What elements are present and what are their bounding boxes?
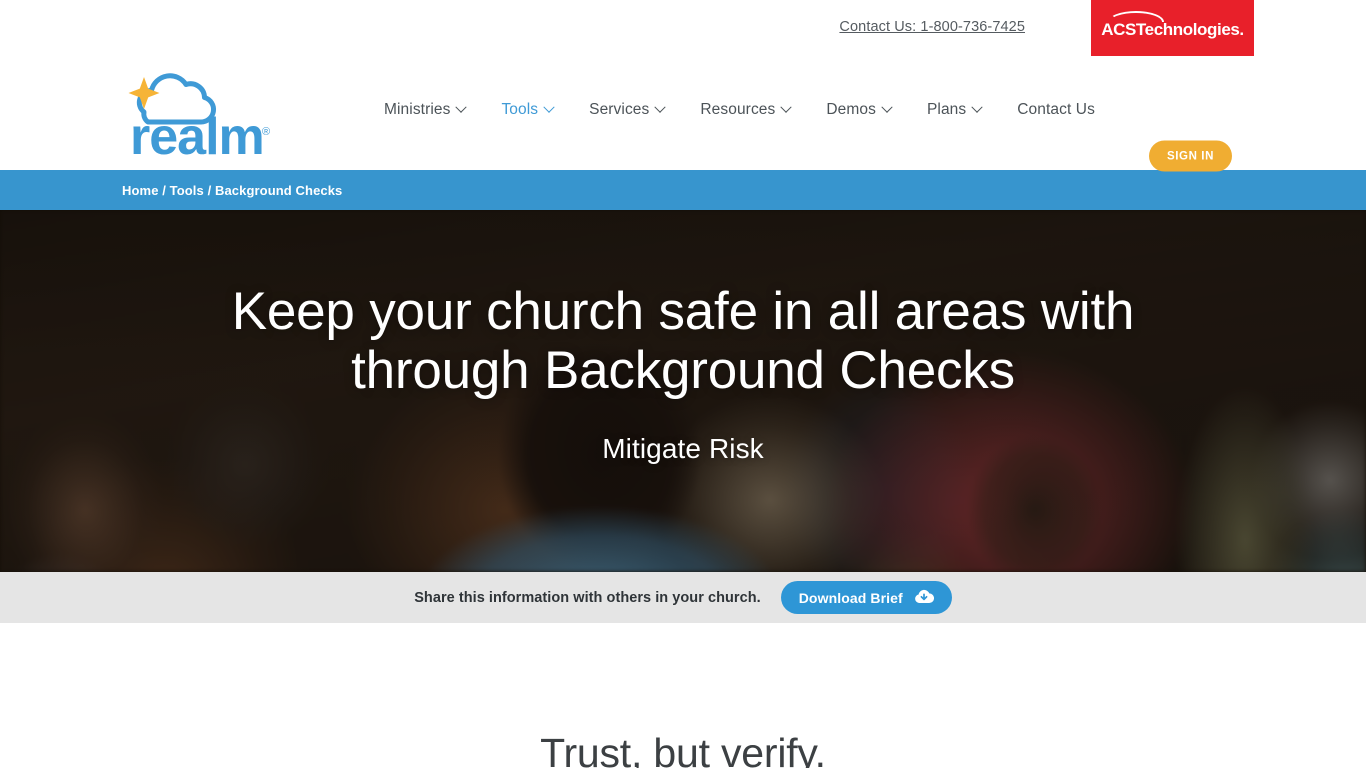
nav-item-resources[interactable]: Resources xyxy=(682,101,808,119)
realm-wordmark: realm xyxy=(130,108,264,157)
acs-swoosh-icon xyxy=(1108,11,1165,22)
hero-subtitle: Mitigate Risk xyxy=(602,432,764,464)
nav-item-tools[interactable]: Tools xyxy=(483,101,571,119)
nav-item-label: Contact Us xyxy=(1017,101,1095,118)
top-utility-bar: Contact Us: 1-800-736-7425 ACSTechnologi… xyxy=(0,0,1366,57)
acs-technologies-logo[interactable]: ACSTechnologies. xyxy=(1091,0,1254,56)
nav-item-label: Resources xyxy=(700,101,776,118)
realm-logo-svg: realm ® xyxy=(128,73,270,166)
main-navigation: Ministries Tools Services Resources Demo… xyxy=(366,101,1113,119)
hero-banner: Keep your church safe in all areas with … xyxy=(0,210,1366,572)
site-header: realm ® Ministries Tools Services Resour… xyxy=(0,57,1366,172)
nav-item-ministries[interactable]: Ministries xyxy=(366,101,483,119)
chevron-down-icon xyxy=(881,101,893,113)
lower-section: Trust, but verify. xyxy=(0,623,1366,768)
download-brief-button[interactable]: Download Brief xyxy=(780,581,952,614)
registered-mark: ® xyxy=(262,126,270,138)
chevron-down-icon xyxy=(780,101,793,113)
share-bar: Share this information with others in yo… xyxy=(0,572,1366,623)
chevron-down-icon xyxy=(543,101,555,113)
cloud-download-icon xyxy=(914,589,934,607)
realm-logo[interactable]: realm ® xyxy=(122,71,274,166)
nav-item-label: Demos xyxy=(826,101,876,118)
chevron-down-icon xyxy=(971,101,983,113)
nav-item-label: Plans xyxy=(926,101,967,118)
nav-item-label: Ministries xyxy=(384,101,451,118)
page-title: Keep your church safe in all areas with … xyxy=(231,282,1135,401)
acs-logo-wrap: ACSTechnologies. xyxy=(1101,11,1244,39)
nav-item-plans[interactable]: Plans xyxy=(909,101,999,119)
nav-item-demos[interactable]: Demos xyxy=(808,101,909,119)
nav-item-services[interactable]: Services xyxy=(571,101,682,119)
chevron-down-icon xyxy=(654,101,667,113)
nav-item-label: Services xyxy=(589,101,650,118)
contact-us-phone-link[interactable]: Contact Us: 1-800-736-7425 xyxy=(839,19,1025,35)
acs-logo-text: ACSTechnologies. xyxy=(1101,20,1244,39)
breadcrumb-bar: Home / Tools / Background Checks xyxy=(0,170,1366,210)
nav-item-contact-us[interactable]: Contact Us xyxy=(999,101,1113,119)
share-prompt-text: Share this information with others in yo… xyxy=(414,589,761,606)
cloud-download-icon-svg xyxy=(914,589,934,603)
nav-item-label: Tools xyxy=(501,101,539,118)
section-heading: Trust, but verify. xyxy=(540,729,826,768)
download-brief-label: Download Brief xyxy=(798,589,903,606)
breadcrumb[interactable]: Home / Tools / Background Checks xyxy=(0,183,342,198)
chevron-down-icon xyxy=(455,101,468,113)
sign-in-button[interactable]: SIGN IN xyxy=(1149,140,1232,172)
hero-content: Keep your church safe in all areas with … xyxy=(0,210,1366,572)
